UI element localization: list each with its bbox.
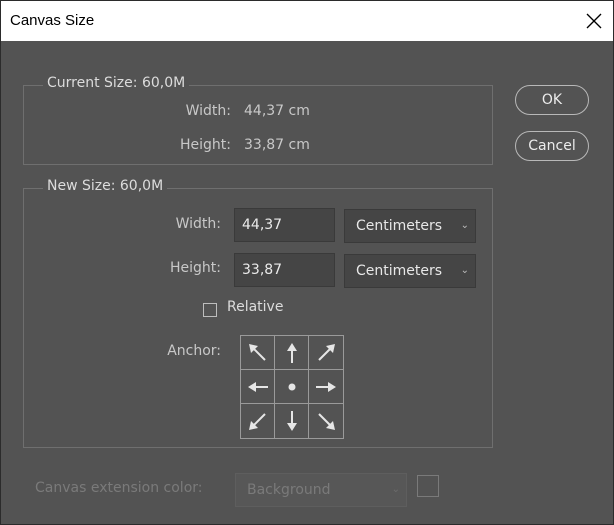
arrow-right-icon [316, 382, 336, 392]
anchor-grid [240, 335, 344, 439]
anchor-center[interactable] [275, 370, 309, 404]
arrow-down-icon [287, 411, 297, 431]
width-unit-select[interactable]: Centimeters ⌄ [344, 209, 476, 243]
canvas-size-dialog: Canvas Size Current Size: 60,0M Width: 4… [0, 0, 614, 525]
title-bar: Canvas Size [1, 1, 613, 41]
arrow-down-right-icon [318, 413, 335, 430]
chevron-down-icon: ⌄ [460, 220, 469, 231]
extension-color-swatch[interactable] [417, 475, 439, 497]
current-height-label: Height: [180, 137, 231, 153]
arrow-left-icon [248, 382, 268, 392]
relative-checkbox[interactable] [203, 303, 217, 317]
extension-color-value: Background [247, 482, 331, 498]
arrow-up-icon [287, 343, 297, 363]
new-size-legend: New Size: 60,0M [43, 178, 168, 194]
height-input[interactable]: 33,87 [234, 253, 335, 287]
new-height-label: Height: [170, 260, 221, 276]
anchor-top[interactable] [275, 336, 309, 370]
height-unit-select[interactable]: Centimeters ⌄ [344, 254, 476, 288]
arrow-up-right-icon [318, 344, 335, 361]
current-size-group [23, 85, 493, 165]
current-height-value: 33,87 cm [244, 137, 310, 153]
new-width-label: Width: [175, 216, 221, 232]
extension-color-select[interactable]: Background ⌄ [235, 473, 407, 507]
ok-button[interactable]: OK [515, 85, 589, 115]
relative-label[interactable]: Relative [227, 299, 283, 315]
current-width-label: Width: [185, 103, 231, 119]
anchor-bottom-right[interactable] [309, 404, 343, 438]
width-unit-value: Centimeters [356, 218, 443, 234]
center-dot-icon [288, 383, 296, 391]
arrow-up-left-icon [249, 344, 266, 361]
cancel-button[interactable]: Cancel [515, 131, 589, 161]
arrow-down-left-icon [249, 413, 266, 430]
close-icon [586, 13, 602, 29]
height-unit-value: Centimeters [356, 263, 443, 279]
anchor-top-left[interactable] [241, 336, 275, 370]
current-size-legend: Current Size: 60,0M [43, 75, 190, 91]
width-input[interactable]: 44,37 [234, 208, 335, 242]
chevron-down-icon: ⌄ [460, 265, 469, 276]
chevron-down-icon: ⌄ [391, 484, 400, 495]
anchor-right[interactable] [309, 370, 343, 404]
dialog-title: Canvas Size [10, 12, 95, 29]
anchor-left[interactable] [241, 370, 275, 404]
anchor-bottom[interactable] [275, 404, 309, 438]
close-button[interactable] [573, 1, 613, 41]
extension-color-label: Canvas extension color: [35, 480, 203, 496]
current-width-value: 44,37 cm [244, 103, 310, 119]
anchor-top-right[interactable] [309, 336, 343, 370]
anchor-label: Anchor: [167, 343, 221, 359]
anchor-bottom-left[interactable] [241, 404, 275, 438]
